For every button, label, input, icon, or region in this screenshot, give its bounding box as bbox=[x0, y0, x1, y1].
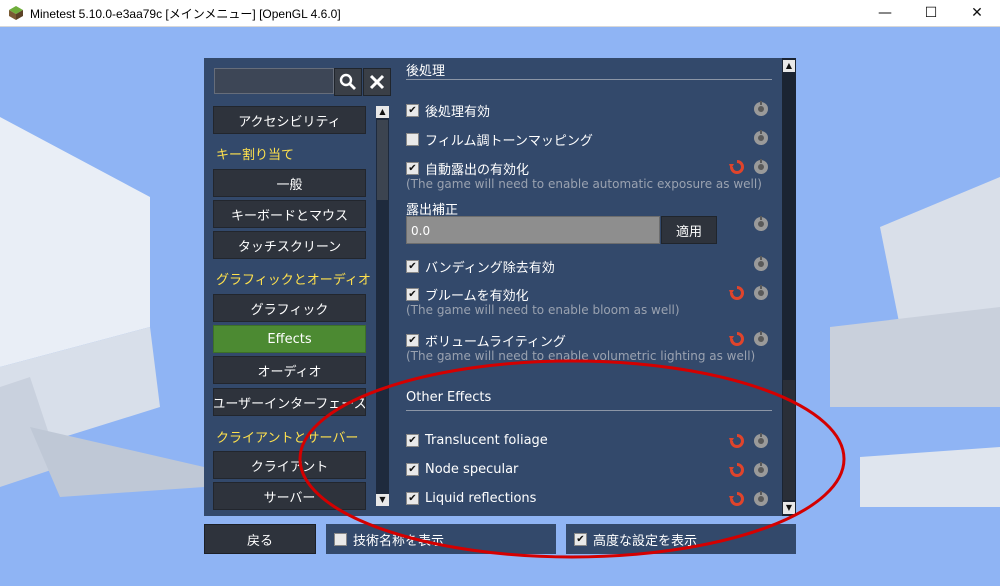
section-title-post-processing: 後処理 bbox=[406, 64, 446, 79]
setting-hint: (The game will need to enable volumetric… bbox=[406, 349, 756, 363]
nav-item-general[interactable]: 一般 bbox=[213, 169, 366, 197]
reset-icon[interactable] bbox=[728, 158, 746, 176]
settings-search-input[interactable] bbox=[214, 68, 334, 94]
setting-auto-exposure[interactable]: ✔ 自動露出の有効化 bbox=[406, 159, 529, 178]
nav-category-graphics-audio: グラフィックとオーディオ bbox=[216, 273, 371, 288]
checkbox-checked[interactable]: ✔ bbox=[406, 162, 419, 175]
info-icon[interactable] bbox=[752, 129, 770, 147]
setting-label: バンディング除去有効 bbox=[425, 261, 555, 276]
info-icon[interactable] bbox=[752, 284, 770, 302]
setting-bloom[interactable]: ✔ ブルームを有効化 bbox=[406, 285, 529, 304]
window-titlebar: Minetest 5.10.0-e3aa79c [メインメニュー] [OpenG… bbox=[0, 0, 1000, 27]
nav-item-user-interface[interactable]: ユーザーインターフェース bbox=[213, 388, 366, 416]
settings-scroll-up-button[interactable]: ▲ bbox=[783, 60, 795, 72]
search-icon bbox=[339, 73, 356, 90]
setting-film-tonemapping[interactable]: フィルム調トーンマッピング bbox=[406, 130, 593, 149]
settings-scroll-down-button[interactable]: ▼ bbox=[783, 502, 795, 514]
setting-label: Translucent foliage bbox=[425, 433, 548, 448]
close-window-button[interactable]: ✕ bbox=[954, 0, 1000, 26]
section-title-other-effects: Other Effects bbox=[406, 390, 492, 405]
exposure-compensation-input[interactable]: 0.0 bbox=[406, 216, 660, 244]
maximize-button[interactable]: ☐ bbox=[908, 0, 954, 26]
info-icon[interactable] bbox=[752, 432, 770, 450]
nav-item-server[interactable]: サーバー bbox=[213, 482, 366, 510]
checkbox-checked[interactable]: ✔ bbox=[406, 434, 419, 447]
toggle-label: 技術名称を表示 bbox=[353, 533, 445, 549]
setting-label: ブルームを有効化 bbox=[425, 289, 529, 304]
checkbox-checked[interactable]: ✔ bbox=[406, 492, 419, 505]
setting-volumetric-lighting[interactable]: ✔ ボリュームライティング bbox=[406, 331, 566, 350]
setting-label: 自動露出の有効化 bbox=[425, 163, 530, 178]
nav-item-client[interactable]: クライアント bbox=[213, 451, 366, 479]
back-button[interactable]: 戻る bbox=[204, 524, 316, 554]
reset-icon[interactable] bbox=[728, 490, 746, 508]
settings-scrollbar-thumb[interactable] bbox=[783, 380, 795, 500]
settings-scrollbar[interactable]: ▲ ▼ bbox=[782, 58, 796, 516]
info-icon[interactable] bbox=[752, 255, 770, 273]
setting-translucent-foliage[interactable]: ✔ Translucent foliage bbox=[406, 433, 548, 448]
nav-item-effects[interactable]: Effects bbox=[213, 325, 366, 353]
apply-button[interactable]: 適用 bbox=[661, 216, 717, 244]
checkbox-checked[interactable]: ✔ bbox=[574, 532, 587, 546]
nav-category-client-server: クライアントとサーバー bbox=[216, 431, 359, 446]
info-icon[interactable] bbox=[752, 490, 770, 508]
nav-item-keyboard-mouse[interactable]: キーボードとマウス bbox=[213, 200, 366, 228]
close-icon bbox=[369, 74, 385, 90]
setting-label: Liquid reflections bbox=[425, 491, 537, 506]
setting-label: ボリュームライティング bbox=[425, 335, 566, 350]
reset-icon[interactable] bbox=[728, 432, 746, 450]
section-divider bbox=[406, 79, 772, 80]
nav-item-touchscreen[interactable]: タッチスクリーン bbox=[213, 231, 366, 259]
setting-hint: (The game will need to enable automatic … bbox=[406, 177, 762, 191]
settings-panel: 後処理 ✔ 後処理有効 フィルム調トーンマッピング ✔ 自動露出の有効化 (Th… bbox=[396, 58, 780, 516]
nav-scrollbar[interactable]: ▲ ▼ bbox=[376, 106, 389, 506]
setting-hint: (The game will need to enable bloom as w… bbox=[406, 303, 680, 317]
clear-search-button[interactable] bbox=[363, 68, 391, 96]
checkbox-unchecked[interactable] bbox=[406, 133, 419, 146]
nav-item-audio[interactable]: オーディオ bbox=[213, 356, 366, 384]
info-icon[interactable] bbox=[752, 330, 770, 348]
checkbox-checked[interactable]: ✔ bbox=[406, 463, 419, 476]
show-advanced-settings-toggle[interactable]: ✔ 高度な設定を表示 bbox=[566, 524, 796, 554]
nav-item-graphics[interactable]: グラフィック bbox=[213, 294, 366, 322]
nav-scroll-up-button[interactable]: ▲ bbox=[376, 106, 389, 118]
nav-scrollbar-thumb[interactable] bbox=[377, 120, 388, 200]
info-icon[interactable] bbox=[752, 100, 770, 118]
setting-debanding[interactable]: ✔ バンディング除去有効 bbox=[406, 257, 555, 276]
minetest-app-icon bbox=[9, 6, 23, 20]
minimize-button[interactable]: — bbox=[862, 0, 908, 26]
setting-label: 後処理有効 bbox=[425, 105, 491, 120]
setting-liquid-reflections[interactable]: ✔ Liquid reflections bbox=[406, 491, 536, 506]
show-technical-names-toggle[interactable]: 技術名称を表示 bbox=[326, 524, 556, 554]
checkbox-checked[interactable]: ✔ bbox=[406, 104, 419, 117]
checkbox-checked[interactable]: ✔ bbox=[406, 334, 419, 347]
toggle-label: 高度な設定を表示 bbox=[593, 533, 698, 549]
nav-scroll-down-button[interactable]: ▼ bbox=[376, 494, 389, 506]
info-icon[interactable] bbox=[752, 215, 770, 233]
window-title: Minetest 5.10.0-e3aa79c [メインメニュー] [OpenG… bbox=[30, 6, 341, 21]
checkbox-checked[interactable]: ✔ bbox=[406, 288, 419, 301]
nav-category-keybindings: キー割り当て bbox=[216, 148, 295, 163]
section-divider bbox=[406, 410, 772, 411]
setting-label: Node specular bbox=[425, 462, 519, 477]
reset-icon[interactable] bbox=[728, 330, 746, 348]
setting-label: フィルム調トーンマッピング bbox=[425, 134, 593, 149]
nav-item-accessibility[interactable]: アクセシビリティ bbox=[213, 106, 366, 134]
info-icon[interactable] bbox=[752, 158, 770, 176]
info-icon[interactable] bbox=[752, 461, 770, 479]
reset-icon[interactable] bbox=[728, 461, 746, 479]
checkbox-unchecked[interactable] bbox=[334, 532, 347, 546]
checkbox-checked[interactable]: ✔ bbox=[406, 260, 419, 273]
setting-node-specular[interactable]: ✔ Node specular bbox=[406, 462, 518, 477]
reset-icon[interactable] bbox=[728, 284, 746, 302]
search-button[interactable] bbox=[334, 68, 362, 96]
setting-post-processing[interactable]: ✔ 後処理有効 bbox=[406, 101, 490, 120]
